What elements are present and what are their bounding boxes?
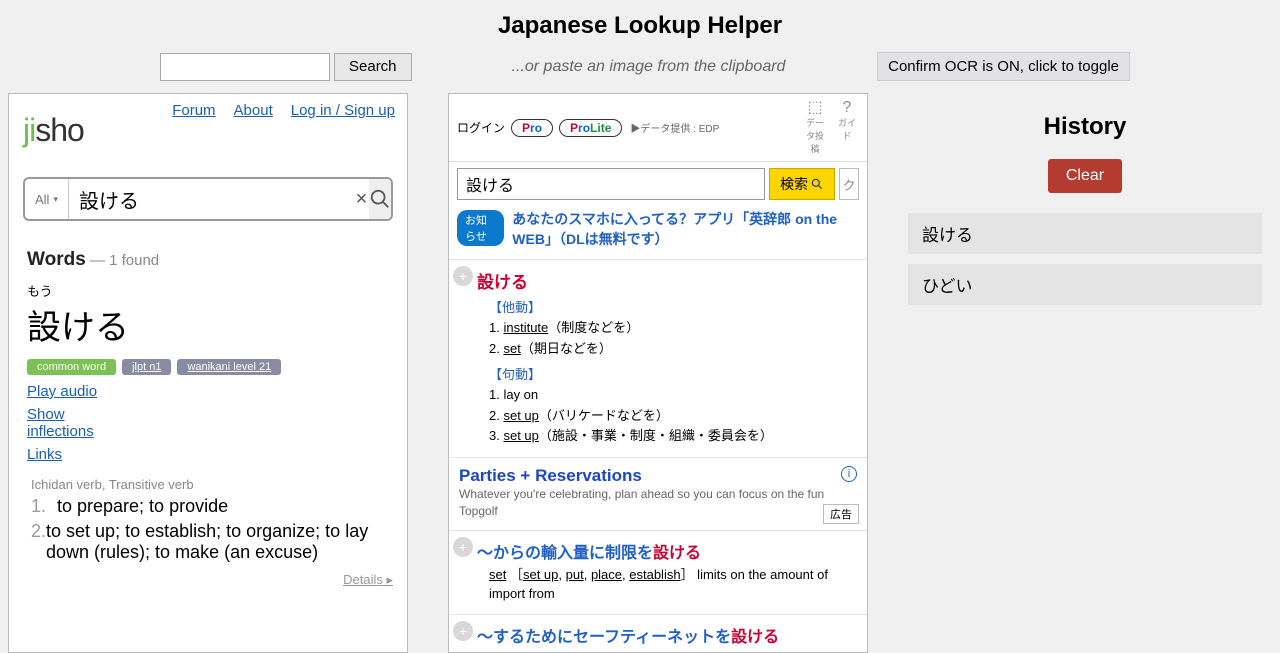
eijiro-more-button[interactable]: ク — [839, 168, 859, 200]
entry-sense: 2. set up（バリケードなどを） — [489, 406, 859, 427]
clear-icon[interactable]: × — [354, 188, 369, 211]
sense-1: 1.to prepare; to provide — [31, 496, 385, 517]
eijiro-search-input[interactable] — [457, 168, 765, 200]
add-icon[interactable]: + — [453, 537, 473, 557]
jisho-logo: jisho — [23, 112, 84, 149]
eijiro-panel: ログイン Pro ProLite ▶データ提供 : EDP ⬚データ投稿 ?ガイ… — [448, 93, 868, 653]
history-item[interactable]: 設ける — [908, 213, 1262, 254]
jisho-search-input[interactable] — [69, 188, 354, 211]
furigana: もう — [27, 281, 389, 300]
ad-block[interactable]: i Parties + Reservations Whatever you're… — [449, 457, 867, 530]
entry-headword: 設ける — [477, 268, 859, 293]
eijiro-search-button[interactable]: 検索 — [769, 168, 835, 200]
show-inflections-link[interactable]: Showinflections — [27, 406, 94, 440]
paste-hint: ...or paste an image from the clipboard — [512, 58, 786, 76]
pro-button[interactable]: Pro — [511, 119, 553, 137]
ad-body: Whatever you're celebrating, plan ahead … — [459, 486, 857, 520]
jisho-nav-login[interactable]: Log in / Sign up — [291, 102, 395, 119]
eijiro-entry: + ～するためにセーフティーネットを設ける set up a safety ne… — [449, 614, 867, 653]
guide-icon[interactable]: ?ガイド — [835, 100, 859, 155]
play-audio-link[interactable]: Play audio — [27, 383, 97, 400]
headword: 設ける — [27, 300, 389, 349]
words-header: Words — 1 found — [27, 249, 389, 271]
sense-2: 2.to set up; to establish; to organize; … — [31, 521, 385, 563]
clear-button[interactable]: Clear — [1048, 159, 1122, 193]
prolite-button[interactable]: ProLite — [559, 119, 622, 137]
search-icon[interactable] — [369, 179, 391, 219]
notice-tag: お知らせ — [457, 210, 504, 246]
badge-wanikani[interactable]: wanikani level 21 — [177, 359, 281, 375]
jisho-filter-dropdown[interactable]: All — [25, 179, 69, 219]
data-post-icon[interactable]: ⬚データ投稿 — [803, 100, 827, 155]
entry-sense: 1. institute（制度などを） — [489, 318, 859, 339]
entry-headword: ～するためにセーフティーネットを設ける — [477, 623, 859, 647]
ad-label: 広告 — [823, 504, 859, 524]
notice-text[interactable]: あなたのスマホに入ってる？アプリ「英辞郎 on the WEB」（DLは無料です… — [512, 210, 859, 249]
history-item[interactable]: ひどい — [908, 264, 1262, 305]
links-link[interactable]: Links — [27, 446, 62, 463]
history-panel: History Clear 設ける ひどい — [908, 93, 1272, 653]
ocr-toggle-button[interactable]: Confirm OCR is ON, click to toggle — [877, 52, 1130, 81]
entry-sense: set ［set up, put, place, establish］ limi… — [489, 565, 859, 604]
pos-tadou: 【他動】 — [489, 297, 859, 316]
entry-sense: 1. lay on — [489, 385, 859, 406]
data-source-label: ▶データ提供 : EDP — [630, 120, 719, 135]
eijiro-entry: + ～からの輸入量に制限を設ける set ［set up, put, place… — [449, 530, 867, 614]
badge-jlpt[interactable]: jlpt n1 — [122, 359, 171, 375]
jisho-nav-about[interactable]: About — [234, 102, 273, 119]
part-of-speech: Ichidan verb, Transitive verb — [31, 477, 385, 492]
eijiro-entry: + 設ける 【他動】 1. institute（制度などを） 2. set（期日… — [449, 259, 867, 457]
entry-sense: 3. set up（施設・事業・制度・組織・委員会を） — [489, 426, 859, 447]
ad-title: Parties + Reservations — [459, 466, 857, 486]
jisho-panel: jisho Forum About Log in / Sign up All ×… — [8, 93, 408, 653]
entry-sense: 2. set（期日などを） — [489, 339, 859, 360]
history-title: History — [908, 113, 1262, 141]
entry-headword: ～からの輸入量に制限を設ける — [477, 539, 859, 563]
eijiro-login-link[interactable]: ログイン — [457, 119, 505, 136]
entry-sense: set up a safety net to — [489, 649, 859, 653]
add-icon[interactable]: + — [453, 621, 473, 641]
pos-kudou: 【句動】 — [489, 364, 859, 383]
badge-common: common word — [27, 359, 116, 375]
page-title: Japanese Lookup Helper — [0, 12, 1280, 40]
add-icon[interactable]: + — [453, 266, 473, 286]
search-button[interactable]: Search — [334, 53, 412, 81]
search-input[interactable] — [160, 53, 330, 81]
details-link[interactable]: Details — [343, 572, 393, 587]
jisho-nav-forum[interactable]: Forum — [172, 102, 215, 119]
